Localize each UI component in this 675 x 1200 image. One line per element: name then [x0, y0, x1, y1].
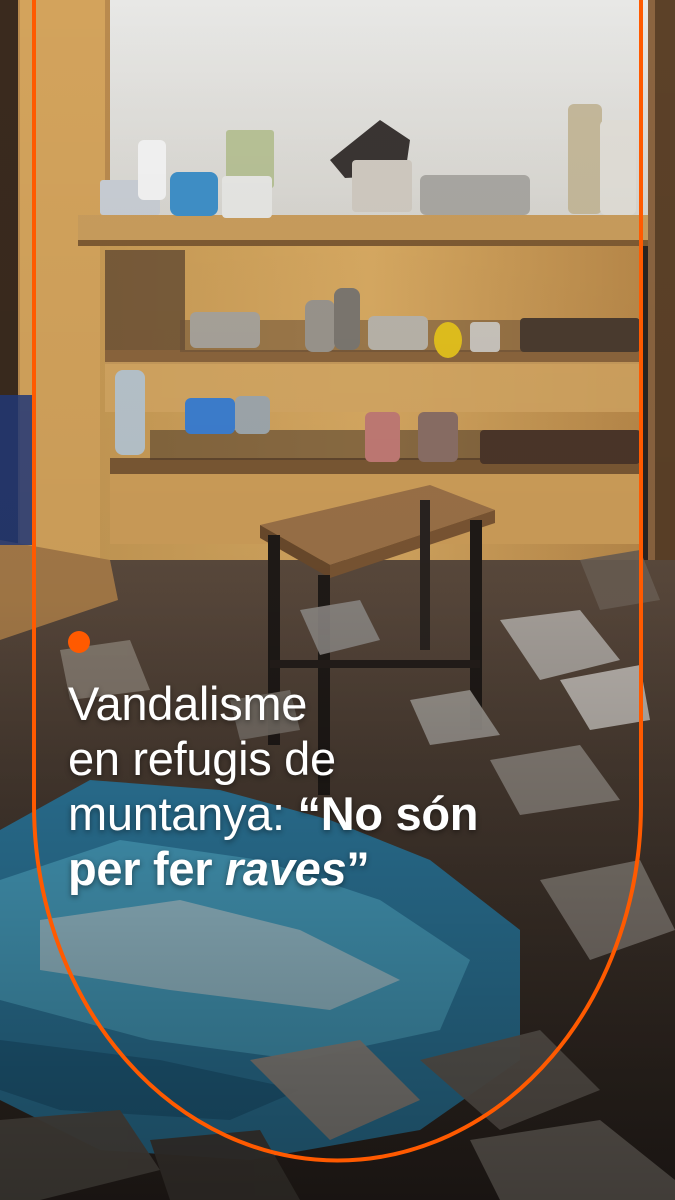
headline-line-1: Vandalisme	[68, 677, 308, 730]
headline-line-3-regular: muntanya:	[68, 787, 298, 840]
headline-line-4-bold: per fer	[68, 842, 225, 895]
accent-dot	[68, 631, 90, 653]
headline-line-4-close: ”	[346, 842, 370, 895]
headline-line-4: per fer raves”	[68, 841, 628, 896]
video-frame-background	[0, 0, 675, 1200]
headline-line-2: en refugis de	[68, 732, 336, 785]
headline-line-3-bold: “No són	[297, 787, 479, 840]
headline: Vandalisme en refugis de muntanya: “No s…	[68, 676, 628, 896]
headline-line-4-italic: raves	[224, 842, 347, 895]
headline-line-3: muntanya: “No són	[68, 786, 628, 841]
